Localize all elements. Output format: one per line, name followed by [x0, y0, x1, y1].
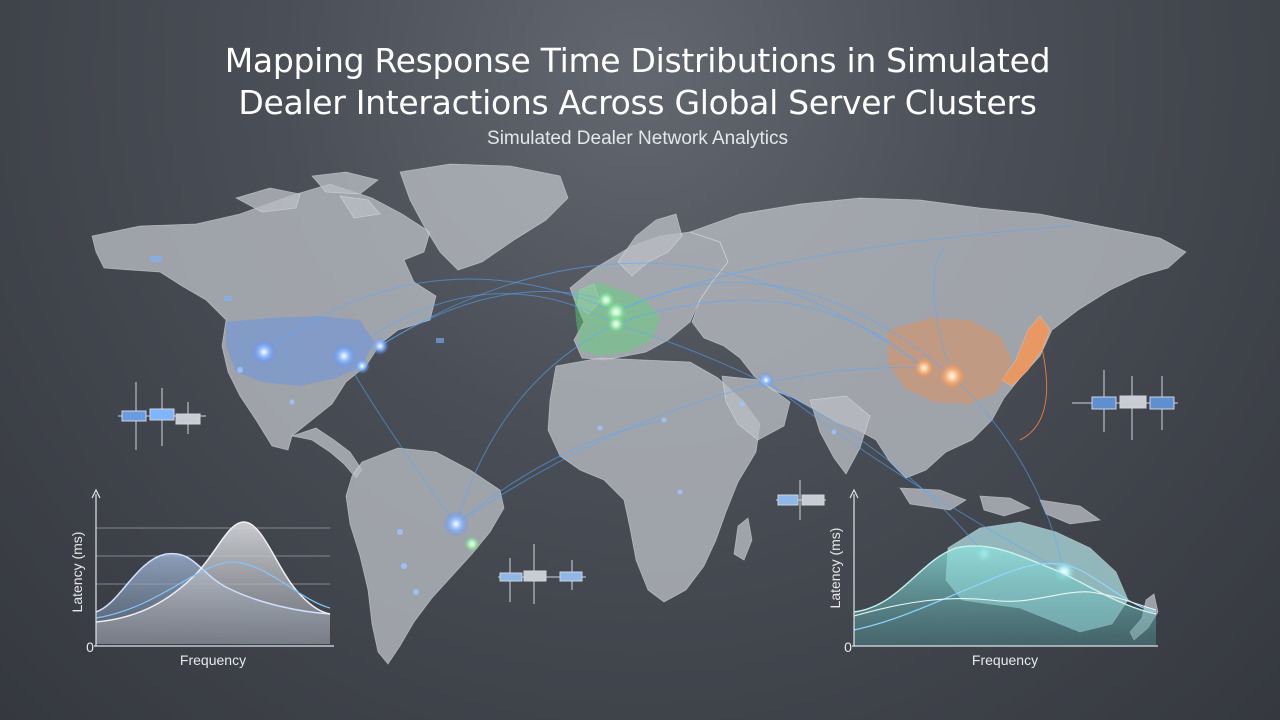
tag-marker [224, 296, 232, 301]
node-minor [397, 529, 403, 535]
node-china-west [914, 358, 934, 378]
node-us-east [371, 337, 389, 355]
node-minor [739, 401, 745, 407]
boxplot-box [175, 413, 201, 425]
node-minor [831, 429, 837, 435]
right-chart-origin: 0 [844, 639, 852, 655]
madagascar [733, 517, 753, 561]
node-minor [237, 367, 243, 373]
north-america [91, 183, 437, 451]
node-minor [661, 417, 667, 423]
node-us-central [332, 344, 356, 368]
node-minor [413, 589, 419, 595]
left-distribution-chart: Latency (ms) Frequency 0 [69, 488, 334, 668]
left-chart-ylabel: Latency (ms) [69, 532, 85, 613]
tag-marker [436, 338, 444, 343]
right-chart-ylabel: Latency (ms) [827, 528, 843, 609]
left-chart-xlabel: Frequency [180, 652, 246, 668]
right-chart-xlabel: Frequency [972, 652, 1038, 668]
central-america [290, 427, 363, 479]
boxplot-center [498, 544, 586, 604]
boxplot-box [777, 494, 799, 506]
boxplot-box [1091, 396, 1117, 410]
boxplot-box [499, 572, 523, 582]
boxplot-box [1119, 395, 1147, 409]
boxplot-box [121, 410, 147, 422]
greenland [399, 163, 569, 271]
boxplot-box [1149, 396, 1175, 410]
boxplot-box [149, 408, 175, 421]
boxplot-box [801, 494, 825, 506]
node-south-america-east [464, 536, 480, 552]
boxplot-africa [776, 480, 826, 520]
node-europe-south [607, 315, 625, 333]
tag-marker [150, 256, 162, 262]
node-china-east [939, 363, 965, 389]
world-map: Latency (ms) Frequency 0 Latency (ms) Fr… [69, 163, 1187, 668]
node-middle-east [758, 372, 774, 388]
node-us-south [354, 358, 370, 374]
boxplot-left [118, 382, 206, 450]
boxplot-right [1072, 370, 1178, 440]
node-minor [289, 399, 295, 405]
node-minor [401, 563, 407, 569]
left-chart-origin: 0 [86, 639, 94, 655]
node-us-west [252, 340, 276, 364]
node-minor [597, 425, 603, 431]
boxplot-box [559, 571, 583, 582]
boxplot-box [523, 570, 547, 582]
node-brazil [443, 511, 469, 537]
node-minor [677, 489, 683, 495]
